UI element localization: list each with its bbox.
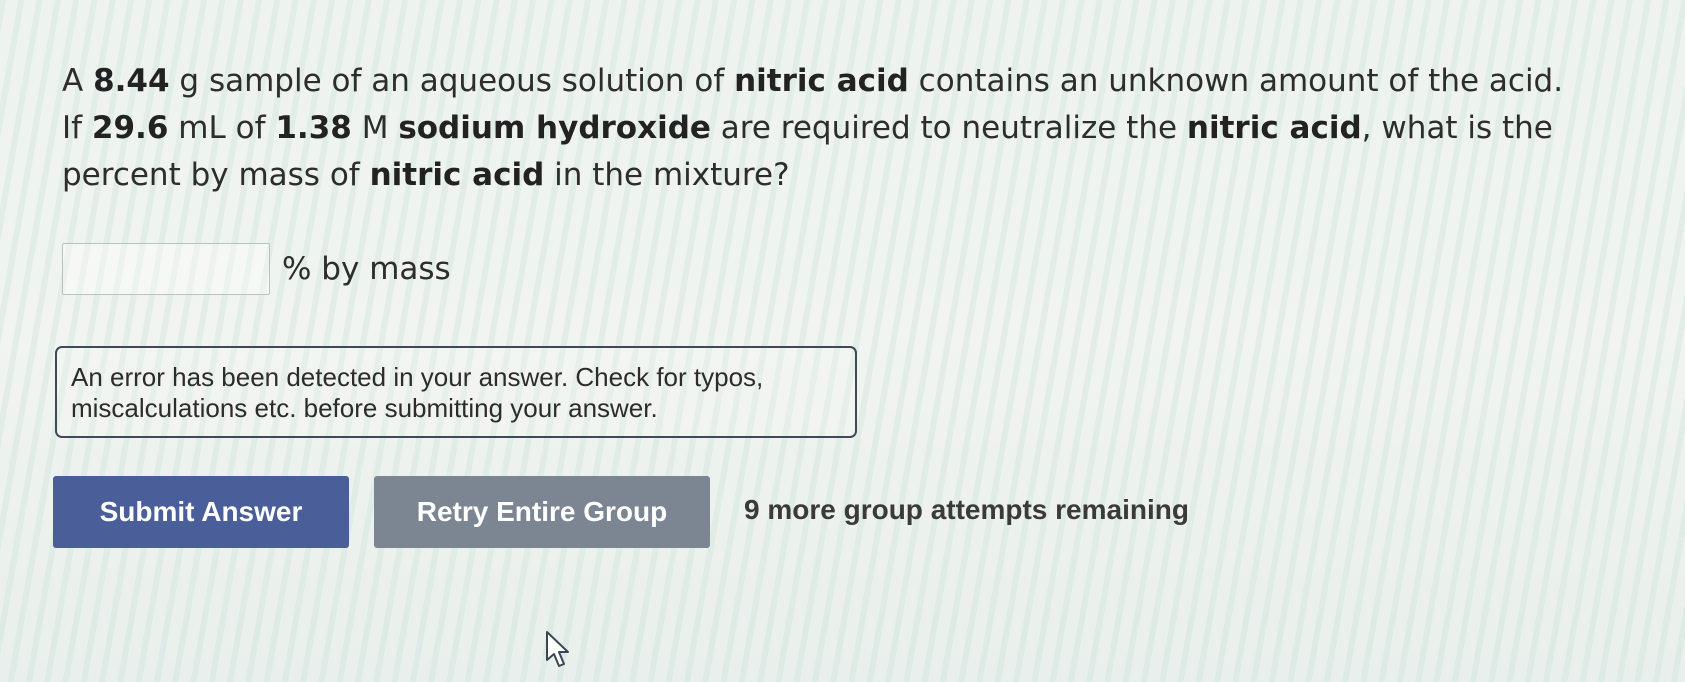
question-text-segment: , what is the (1361, 110, 1553, 146)
error-message-line-1: An error has been detected in your answe… (71, 362, 764, 392)
question-text-segment: are required to neutralize the (710, 110, 1187, 146)
question-text-segment: mL of (168, 110, 276, 146)
error-message-box: An error has been detected in your answe… (55, 346, 857, 438)
acid-name: nitric acid (369, 157, 545, 193)
question-text-segment: If (62, 110, 92, 146)
question-line-3: percent by mass of nitric acid in the mi… (62, 152, 1622, 199)
submit-answer-button[interactable]: Submit Answer (53, 476, 349, 548)
question-text-segment: g sample of an aqueous solution of (169, 63, 735, 99)
question-text-segment: contains an unknown amount of the acid. (908, 63, 1564, 99)
acid-name: nitric acid (734, 63, 909, 99)
molarity-value: 1.38 (275, 110, 352, 146)
question-line-2: If 29.6 mL of 1.38 M sodium hydroxide ar… (62, 105, 1622, 152)
question-line-1: A 8.44 g sample of an aqueous solution o… (62, 58, 1622, 105)
question-text: A 8.44 g sample of an aqueous solution o… (62, 58, 1622, 199)
mouse-pointer-icon (546, 631, 569, 667)
question-text-segment: percent by mass of (62, 157, 370, 193)
question-text-segment: in the mixture? (544, 157, 790, 193)
volume-value: 29.6 (91, 110, 169, 146)
question-text-segment: A (62, 63, 94, 99)
base-name: sodium hydroxide (398, 110, 711, 146)
error-message-line-2: miscalculations etc. before submitting y… (71, 393, 658, 423)
answer-row: % by mass (62, 243, 451, 295)
answer-unit-label: % by mass (282, 251, 451, 287)
acid-name: nitric acid (1186, 110, 1362, 146)
answer-input[interactable] (62, 243, 270, 295)
question-panel: A 8.44 g sample of an aqueous solution o… (0, 0, 1685, 682)
attempts-remaining-text: 9 more group attempts remaining (744, 494, 1189, 525)
retry-entire-group-button[interactable]: Retry Entire Group (374, 476, 710, 548)
sample-mass-value: 8.44 (93, 63, 170, 99)
question-text-segment: M (351, 110, 399, 146)
